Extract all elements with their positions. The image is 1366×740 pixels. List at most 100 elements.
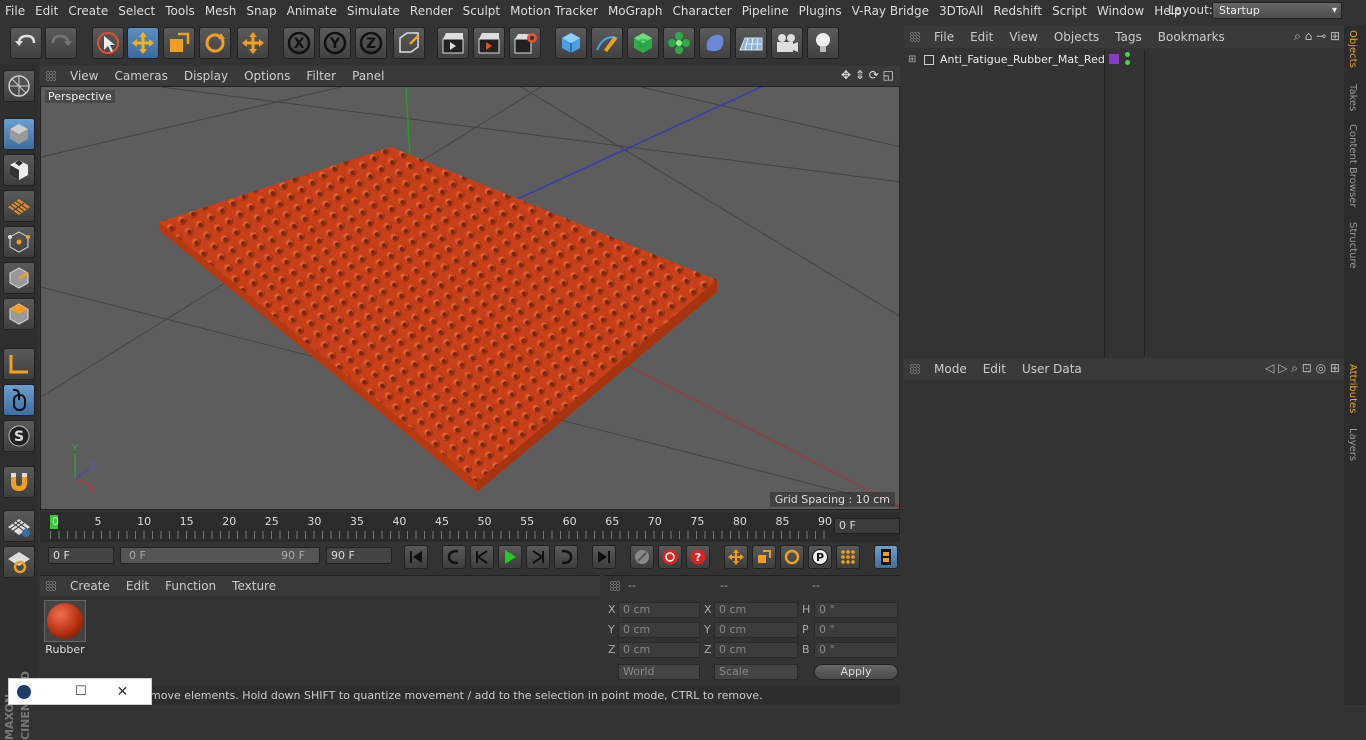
key-rotation-button[interactable] (780, 545, 804, 569)
render-view-button[interactable] (437, 27, 469, 59)
scale-tool-button[interactable] (163, 27, 195, 59)
object-menu-bookmarks[interactable]: Bookmarks (1150, 26, 1233, 48)
axis-mode-button[interactable] (3, 348, 35, 380)
start-frame-field[interactable]: 0 F (48, 547, 114, 564)
attribute-menu-edit[interactable]: Edit (975, 358, 1014, 380)
y-axis-button[interactable]: Y (319, 27, 351, 59)
object-toolbar-icons[interactable]: ⌕ ⌂ ⊸ ⊞ (1294, 29, 1340, 44)
tweak-mode-button[interactable] (3, 384, 35, 416)
viewport-menu-filter[interactable]: Filter (298, 66, 344, 86)
position-y-field[interactable]: 0 cm (618, 622, 700, 638)
size-z-field[interactable]: 0 cm (714, 642, 798, 658)
floor-button[interactable] (735, 27, 767, 59)
maximize-icon[interactable]: ☐ (75, 684, 87, 699)
menu-vray-bridge[interactable]: V-Ray Bridge (847, 0, 934, 22)
position-x-field[interactable]: 0 cm (618, 602, 700, 618)
rotate-tool-button[interactable] (199, 27, 231, 59)
record-active-objects-button[interactable] (658, 545, 682, 569)
menu-select[interactable]: Select (113, 0, 160, 22)
tab-objects[interactable]: Objects (1347, 30, 1358, 68)
object-menu-file[interactable]: File (926, 26, 962, 48)
tab-layers[interactable]: Layers (1347, 428, 1358, 461)
transform-tool-button[interactable] (237, 27, 269, 59)
x-axis-button[interactable]: X (283, 27, 315, 59)
menu-character[interactable]: Character (667, 0, 736, 22)
object-row[interactable]: ⊞ Anti_Fatigue_Rubber_Mat_Red (904, 50, 1344, 376)
redo-button[interactable] (45, 27, 77, 59)
timeline-ruler[interactable]: 0 5 10 15 20 25 30 35 40 45 50 55 60 65 70 75 80 85 90 (40, 512, 900, 542)
material-menu-edit[interactable]: Edit (118, 576, 157, 596)
position-z-field[interactable]: 0 cm (618, 642, 700, 658)
enable-snap-button[interactable] (3, 510, 35, 542)
menu-create[interactable]: Create (63, 0, 113, 22)
menu-mesh[interactable]: Mesh (200, 0, 242, 22)
snap-button[interactable] (3, 466, 35, 498)
menu-plugins[interactable]: Plugins (794, 0, 847, 22)
menu-file[interactable]: File (0, 0, 30, 22)
attribute-menu-user-data[interactable]: User Data (1014, 358, 1090, 380)
menu-snap[interactable]: Snap (241, 0, 281, 22)
previous-frame-button[interactable] (470, 545, 494, 569)
key-position-button[interactable] (724, 545, 748, 569)
object-menu-edit[interactable]: Edit (962, 26, 1001, 48)
render-settings-button[interactable] (509, 27, 541, 59)
timeline-button[interactable] (874, 545, 898, 569)
menu-animate[interactable]: Animate (282, 0, 342, 22)
go-to-end-button[interactable] (592, 545, 616, 569)
viewport-3d[interactable]: Y Z X Perspective Grid Spacing : 10 cm (40, 86, 900, 510)
tab-content-browser[interactable]: Content Browser (1347, 124, 1358, 207)
current-frame-field[interactable]: 0 F (834, 518, 900, 534)
edges-mode-button[interactable] (3, 262, 35, 294)
editor-visibility-dot[interactable] (1125, 52, 1130, 57)
size-mode-select[interactable]: Scale (714, 664, 798, 680)
viewport-nav-icons[interactable]: ✥ ⇕ ⟳ ◱ (841, 68, 894, 82)
material-menu-function[interactable]: Function (157, 576, 224, 596)
menu-motion-tracker[interactable]: Motion Tracker (505, 0, 603, 22)
rotation-b-field[interactable]: 0 ° (814, 642, 898, 658)
attribute-toolbar-icons[interactable]: ◁ ▷ ⌕ ⊡ ◎ ⊞ (1265, 361, 1340, 376)
cloner-button[interactable] (663, 27, 695, 59)
undo-button[interactable] (10, 27, 42, 59)
rotation-h-field[interactable]: 0 ° (814, 602, 898, 618)
rotation-p-field[interactable]: 0 ° (814, 622, 898, 638)
render-to-picture-viewer-button[interactable] (473, 27, 505, 59)
layout-select[interactable]: Startup (1212, 2, 1342, 19)
object-name[interactable]: Anti_Fatigue_Rubber_Mat_Red (940, 50, 1105, 70)
live-selection-button[interactable] (92, 27, 124, 59)
viewport-menu-display[interactable]: Display (176, 66, 236, 86)
size-y-field[interactable]: 0 cm (714, 622, 798, 638)
material-name[interactable]: Rubber (42, 643, 88, 656)
cube-object-button[interactable] (555, 27, 587, 59)
coordinate-mode-select[interactable]: World (618, 664, 700, 680)
camera-button[interactable] (771, 27, 803, 59)
size-x-field[interactable]: 0 cm (714, 602, 798, 618)
texture-mode-button[interactable] (3, 154, 35, 186)
viewport-menu-panel[interactable]: Panel (344, 66, 392, 86)
menu-redshift[interactable]: Redshift (988, 0, 1047, 22)
close-icon[interactable]: ✕ (117, 684, 129, 700)
tab-takes[interactable]: Takes (1347, 84, 1358, 111)
frame-range-slider[interactable]: 0 F 90 F (120, 547, 320, 564)
play-button[interactable] (498, 545, 522, 569)
workplane-mode-button[interactable] (3, 190, 35, 222)
points-mode-button[interactable] (3, 226, 35, 258)
menu-tools[interactable]: Tools (160, 0, 200, 22)
viewport-menu-cameras[interactable]: Cameras (106, 66, 175, 86)
motion-record-button[interactable] (630, 545, 654, 569)
expand-icon[interactable]: ⊞ (908, 50, 916, 70)
menu-simulate[interactable]: Simulate (342, 0, 405, 22)
previous-key-button[interactable] (442, 545, 466, 569)
subdivision-surface-button[interactable] (627, 27, 659, 59)
solo-button[interactable]: S (3, 420, 35, 452)
material-menu-create[interactable]: Create (62, 576, 118, 596)
menu-edit[interactable]: Edit (30, 0, 63, 22)
key-pla-button[interactable] (836, 545, 860, 569)
menu-pipeline[interactable]: Pipeline (737, 0, 794, 22)
key-parameter-button[interactable]: P (808, 545, 832, 569)
viewport-menu-view[interactable]: View (62, 66, 106, 86)
object-menu-tags[interactable]: Tags (1107, 26, 1150, 48)
menu-mograph[interactable]: MoGraph (603, 0, 668, 22)
next-frame-button[interactable] (526, 545, 550, 569)
light-button[interactable] (807, 27, 839, 59)
polygons-mode-button[interactable] (3, 298, 35, 330)
